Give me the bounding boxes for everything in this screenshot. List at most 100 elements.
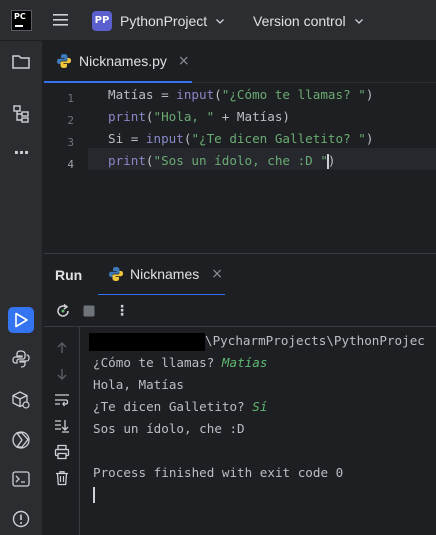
- structure-icon: [13, 105, 29, 123]
- chevron-down-icon: [354, 18, 363, 24]
- python-file-icon: [57, 54, 71, 68]
- run-panel-title: Run: [55, 267, 83, 283]
- code-token: (: [145, 109, 154, 124]
- code-token: "¿Te dicen Galletito? ": [191, 131, 366, 146]
- code-line: print("Sos un ídolo, che :D "): [108, 150, 336, 172]
- code-token: =: [123, 131, 146, 146]
- title-bar: PC PP PythonProject Version control: [0, 0, 436, 41]
- code-token: + Matías): [214, 109, 291, 124]
- code-token: "Sos un ídolo, che :D ": [153, 153, 328, 168]
- code-token: input: [145, 131, 184, 146]
- code-token: Si: [108, 131, 124, 146]
- trash-icon: [56, 471, 68, 486]
- arrow-down-icon: [57, 369, 67, 380]
- python-file-icon: [109, 267, 123, 281]
- scroll-up-button[interactable]: [53, 339, 71, 357]
- code-line: Matías = input("¿Cómo te llamas? "): [108, 84, 373, 106]
- console-user-input: Sí: [252, 399, 268, 414]
- project-badge: PP: [92, 10, 112, 31]
- run-tool-button[interactable]: [8, 307, 34, 333]
- console-line: ¿Cómo te llamas? Matías: [93, 352, 267, 374]
- pycharm-logo[interactable]: PC: [11, 10, 32, 31]
- editor-tab-label: Nicknames.py: [79, 53, 167, 69]
- line-number: 1: [67, 92, 74, 105]
- editor-tab-bar: Nicknames.py ×: [44, 41, 436, 83]
- rerun-icon: [57, 303, 69, 317]
- more-icon: ···: [13, 142, 29, 162]
- tool-window-strip: ···: [0, 41, 43, 535]
- code-token: print: [108, 109, 146, 124]
- clear-all-button[interactable]: [53, 469, 71, 487]
- code-token: ): [365, 87, 374, 102]
- services-tool-button[interactable]: [8, 427, 34, 453]
- python-packages-tool-button[interactable]: [8, 387, 34, 413]
- arrow-up-icon: [57, 342, 67, 353]
- console-exit-line: Process finished with exit code 0: [93, 465, 344, 480]
- folder-icon: [12, 55, 30, 69]
- console-line: Hola, Matías: [93, 377, 184, 392]
- console-command-line: \PycharmProjects\PythonProjec: [89, 330, 425, 352]
- code-editor[interactable]: 1 2 3 4 Matías = input("¿Cómo te llamas?…: [44, 83, 436, 253]
- run-toolbar: ⋮: [44, 295, 436, 327]
- python-console-tool-button[interactable]: [8, 346, 34, 372]
- problems-tool-button[interactable]: [8, 506, 34, 532]
- run-tab-label: Nicknames: [130, 266, 200, 282]
- console-path: \PycharmProjects\PythonProjec: [205, 333, 425, 348]
- scroll-to-end-icon: [55, 420, 69, 433]
- code-line: print("Hola, " + Matías): [108, 106, 290, 128]
- python-packages-icon: [12, 391, 30, 409]
- run-side-toolbar: [44, 327, 80, 535]
- soft-wrap-button[interactable]: [53, 391, 71, 409]
- console-line: ¿Te dicen Galletito? Sí: [93, 396, 267, 418]
- run-icon: [15, 312, 28, 328]
- hamburger-menu-icon[interactable]: [52, 12, 69, 28]
- terminal-icon: [12, 471, 30, 487]
- scroll-down-button[interactable]: [53, 365, 71, 383]
- line-number: 2: [67, 114, 74, 127]
- print-button[interactable]: [53, 443, 71, 461]
- more-tools-button[interactable]: ···: [8, 139, 34, 165]
- line-number: 3: [67, 136, 74, 149]
- project-selector[interactable]: PP PythonProject: [92, 8, 225, 33]
- run-console[interactable]: \PycharmProjects\PythonProjec ¿Cómo te l…: [81, 327, 436, 535]
- code-line: Si = input("¿Te dicen Galletito? "): [108, 128, 373, 150]
- rerun-button[interactable]: [54, 302, 72, 320]
- structure-tool-button[interactable]: [8, 101, 34, 127]
- soft-wrap-icon: [55, 394, 69, 407]
- editor-tab-nicknames[interactable]: Nicknames.py ×: [44, 41, 192, 83]
- code-token: (: [145, 153, 154, 168]
- console-cursor: [93, 487, 95, 503]
- run-panel-header: Run Nicknames ×: [44, 253, 436, 296]
- pycharm-logo-bar: [15, 25, 23, 27]
- project-tool-button[interactable]: [8, 49, 34, 75]
- services-icon: [12, 431, 30, 449]
- code-token: "¿Cómo te llamas? ": [221, 87, 366, 102]
- print-icon: [54, 444, 70, 460]
- python-console-icon: [12, 350, 30, 368]
- stop-button[interactable]: [80, 302, 98, 320]
- run-tab-nicknames[interactable]: Nicknames ×: [98, 254, 225, 296]
- console-prompt: ¿Te dicen Galletito?: [93, 399, 253, 414]
- terminal-tool-button[interactable]: [8, 466, 34, 492]
- project-name: PythonProject: [120, 12, 208, 29]
- scroll-to-end-button[interactable]: [53, 417, 71, 435]
- more-vertical-icon: ⋮: [115, 303, 129, 319]
- code-token: =: [153, 87, 177, 102]
- version-control-selector[interactable]: Version control: [253, 8, 364, 33]
- close-icon[interactable]: ×: [178, 53, 190, 69]
- close-icon[interactable]: ×: [211, 266, 223, 282]
- code-token: input: [176, 87, 215, 102]
- version-control-label: Version control: [253, 12, 346, 29]
- line-number: 4: [67, 158, 74, 171]
- pycharm-logo-text: PC: [14, 12, 26, 21]
- code-token: Matías: [108, 87, 154, 102]
- code-token: (: [214, 87, 222, 102]
- chevron-down-icon: [216, 18, 225, 24]
- more-actions-button[interactable]: ⋮: [113, 302, 131, 320]
- code-token: ): [327, 153, 336, 168]
- stop-icon: [83, 305, 95, 317]
- problems-icon: [12, 510, 30, 528]
- console-line: Sos un ídolo, che :D: [93, 421, 245, 436]
- console-prompt: ¿Cómo te llamas?: [93, 355, 222, 370]
- redacted-path: [89, 332, 205, 351]
